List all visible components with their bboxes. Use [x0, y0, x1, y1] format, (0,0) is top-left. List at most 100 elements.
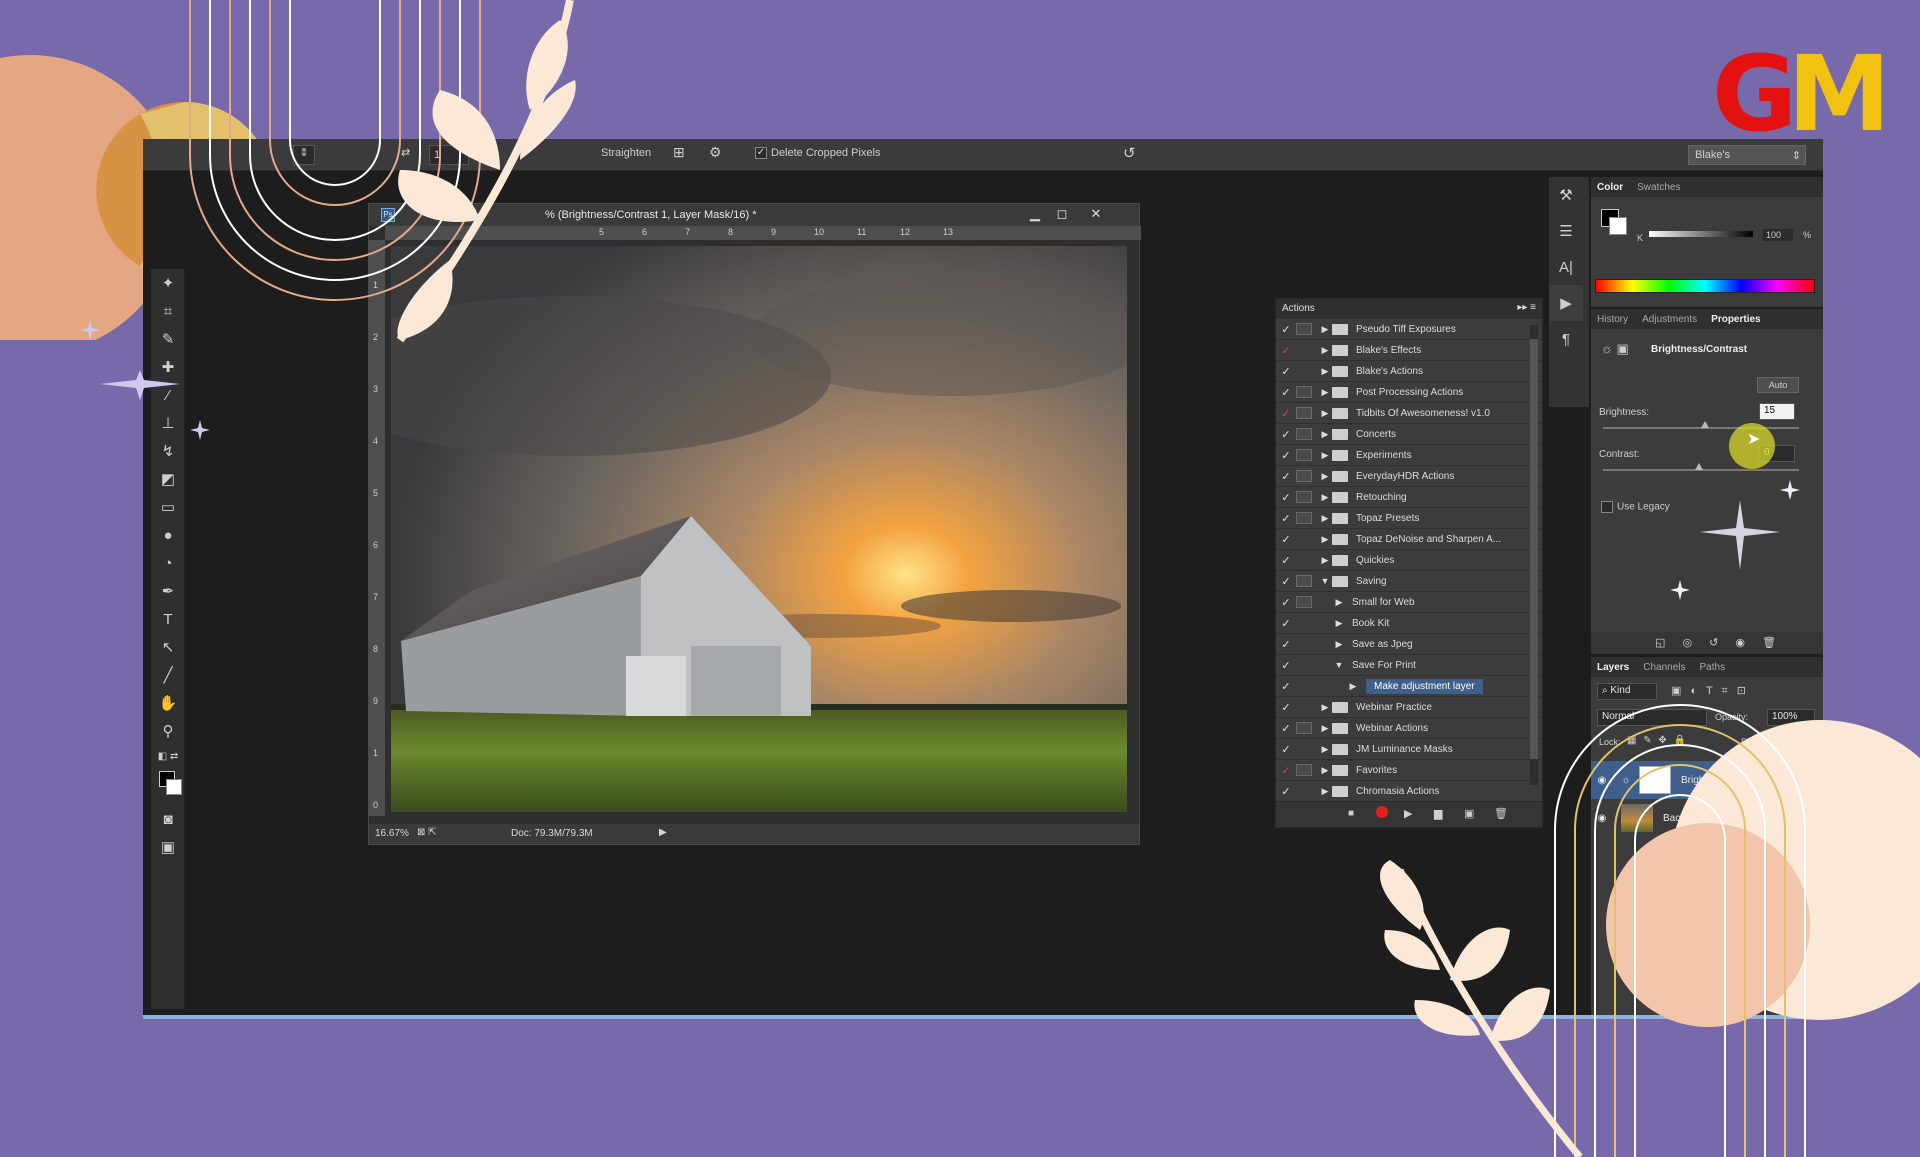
toggle-check-icon[interactable]: ✓: [1276, 680, 1296, 693]
expand-triangle-icon[interactable]: ▶: [1318, 387, 1332, 398]
dialog-toggle-icon[interactable]: [1296, 638, 1312, 650]
action-label[interactable]: Quickies: [1356, 555, 1394, 566]
new-set-icon[interactable]: ▆: [1434, 807, 1442, 820]
toggle-check-icon[interactable]: ✓: [1276, 470, 1296, 483]
expand-triangle-icon[interactable]: ▶: [1318, 429, 1332, 440]
dialog-toggle-icon[interactable]: [1296, 617, 1312, 629]
color-swatches-icon[interactable]: [151, 767, 185, 801]
dialog-toggle-icon[interactable]: [1296, 449, 1312, 461]
action-label[interactable]: Make adjustment layer: [1366, 678, 1483, 694]
expand-triangle-icon[interactable]: ▶: [1346, 681, 1360, 692]
stop-icon[interactable]: ■: [1348, 808, 1354, 819]
action-label[interactable]: Favorites: [1356, 765, 1397, 776]
clone-stamp-tool-icon[interactable]: ⊥: [151, 409, 185, 437]
dialog-toggle-icon[interactable]: [1296, 428, 1312, 440]
action-item[interactable]: ✓ ▶ Retouching: [1276, 487, 1542, 508]
expand-triangle-icon[interactable]: ▶: [1318, 324, 1332, 335]
default-colors-icon[interactable]: ◧ ⇄: [151, 745, 185, 767]
brush-presets-icon[interactable]: ⚒: [1549, 177, 1583, 213]
gradient-tool-icon[interactable]: ▭: [151, 493, 185, 521]
dialog-toggle-icon[interactable]: [1296, 575, 1312, 587]
reset-icon[interactable]: ↺: [1123, 144, 1136, 162]
delete-cropped-checkbox[interactable]: ✓ Delete Cropped Pixels: [755, 147, 880, 160]
toggle-check-icon[interactable]: ✓: [1276, 617, 1296, 630]
expand-triangle-icon[interactable]: ▶: [1332, 618, 1346, 629]
dialog-toggle-icon[interactable]: [1296, 407, 1312, 419]
auto-button[interactable]: Auto: [1757, 377, 1799, 393]
action-item[interactable]: ✓ ▶ Blake's Effects: [1276, 340, 1542, 361]
tab-history[interactable]: History: [1597, 314, 1628, 325]
character-icon[interactable]: A|: [1549, 249, 1583, 285]
quick-mask-icon[interactable]: ◙: [151, 805, 185, 833]
action-label[interactable]: JM Luminance Masks: [1356, 744, 1453, 755]
blur-tool-icon[interactable]: ●: [151, 521, 185, 549]
action-item[interactable]: ✓ ▶ Pseudo Tiff Exposures: [1276, 319, 1542, 340]
expand-triangle-icon[interactable]: ▶: [1318, 513, 1332, 524]
tab-channels[interactable]: Channels: [1643, 662, 1685, 673]
action-item[interactable]: ✓ ▶ Post Processing Actions: [1276, 382, 1542, 403]
delete-icon[interactable]: 🗑: [1494, 807, 1508, 820]
healing-brush-tool-icon[interactable]: ✚: [151, 353, 185, 381]
action-label[interactable]: Blake's Effects: [1356, 345, 1421, 356]
expand-triangle-icon[interactable]: ▶: [1332, 597, 1346, 608]
status-menu-arrow-icon[interactable]: ▶: [659, 827, 667, 838]
k-slider[interactable]: [1649, 231, 1753, 237]
tab-paths[interactable]: Paths: [1700, 662, 1726, 673]
use-legacy-checkbox[interactable]: Use Legacy: [1601, 501, 1670, 513]
action-item[interactable]: ✓ ▶ Chromasia Actions: [1276, 781, 1542, 802]
action-label[interactable]: EverydayHDR Actions: [1356, 471, 1454, 482]
action-label[interactable]: Topaz Presets: [1356, 513, 1419, 524]
action-item[interactable]: ✓ ▶ Webinar Actions: [1276, 718, 1542, 739]
eyedropper-tool-icon[interactable]: ✎: [151, 325, 185, 353]
toggle-check-icon[interactable]: ✓: [1276, 785, 1296, 798]
dialog-toggle-icon[interactable]: [1296, 344, 1312, 356]
layer-mask-thumb[interactable]: [1639, 766, 1671, 794]
dialog-toggle-icon[interactable]: [1296, 491, 1312, 503]
zoom-level[interactable]: 16.67%: [375, 828, 409, 839]
maximize-button[interactable]: ◻: [1051, 206, 1073, 224]
expand-triangle-icon[interactable]: ▶: [1318, 723, 1332, 734]
visibility-eye-icon[interactable]: ◉: [1591, 813, 1613, 824]
action-item[interactable]: ✓ ▶ Make adjustment layer: [1276, 676, 1542, 697]
dialog-toggle-icon[interactable]: [1296, 386, 1312, 398]
actions-panel-title[interactable]: Actions: [1282, 303, 1315, 314]
action-label[interactable]: Saving: [1356, 576, 1387, 587]
straighten-button[interactable]: Straighten: [601, 147, 651, 159]
toggle-check-icon[interactable]: ✓: [1276, 386, 1296, 399]
layer-name[interactable]: Background: [1663, 813, 1716, 824]
expand-triangle-icon[interactable]: ▶: [1318, 492, 1332, 503]
action-label[interactable]: Tidbits Of Awesomeness! v1.0: [1356, 408, 1490, 419]
sliders-icon[interactable]: ☰: [1549, 213, 1583, 249]
expand-triangle-icon[interactable]: ▶: [1318, 744, 1332, 755]
toggle-check-icon[interactable]: ✓: [1276, 449, 1296, 462]
action-item[interactable]: ✓ ▶ Book Kit: [1276, 613, 1542, 634]
lock-icons[interactable]: ▦ ✎ ✥ 🔒: [1627, 735, 1686, 746]
toggle-check-icon[interactable]: ✓: [1276, 575, 1296, 588]
expand-triangle-icon[interactable]: ▶: [1318, 450, 1332, 461]
dialog-toggle-icon[interactable]: [1296, 323, 1312, 335]
toggle-check-icon[interactable]: ✓: [1276, 407, 1296, 420]
dialog-toggle-icon[interactable]: [1296, 659, 1312, 671]
action-label[interactable]: Webinar Practice: [1356, 702, 1432, 713]
toggle-check-icon[interactable]: ✓: [1276, 701, 1296, 714]
expand-triangle-icon[interactable]: ▶: [1318, 534, 1332, 545]
toggle-check-icon[interactable]: ✓: [1276, 491, 1296, 504]
action-label[interactable]: Webinar Actions: [1356, 723, 1428, 734]
dialog-toggle-icon[interactable]: [1296, 596, 1312, 608]
dialog-toggle-icon[interactable]: [1296, 470, 1312, 482]
dodge-tool-icon[interactable]: ◔: [151, 549, 185, 577]
actions-scrollbar-thumb[interactable]: [1530, 339, 1538, 759]
tab-color[interactable]: Color: [1597, 182, 1623, 193]
action-label[interactable]: Save For Print: [1352, 660, 1416, 671]
expand-triangle-icon[interactable]: ▶: [1318, 765, 1332, 776]
document-title-bar[interactable]: Ps % (Brightness/Contrast 1, Layer Mask/…: [369, 204, 1139, 226]
toggle-check-icon[interactable]: ✓: [1276, 323, 1296, 336]
toggle-check-icon[interactable]: ✓: [1276, 365, 1296, 378]
brush-tool-icon[interactable]: ⁄: [151, 381, 185, 409]
action-item[interactable]: ✓ ▶ Small for Web: [1276, 592, 1542, 613]
opacity-input[interactable]: 100%: [1767, 709, 1815, 726]
action-item[interactable]: ✓ ▶ Favorites: [1276, 760, 1542, 781]
layer-name[interactable]: Brightness/C...: [1681, 775, 1747, 786]
expand-triangle-icon[interactable]: ▶: [1318, 555, 1332, 566]
paragraph-icon[interactable]: ¶: [1549, 321, 1583, 357]
